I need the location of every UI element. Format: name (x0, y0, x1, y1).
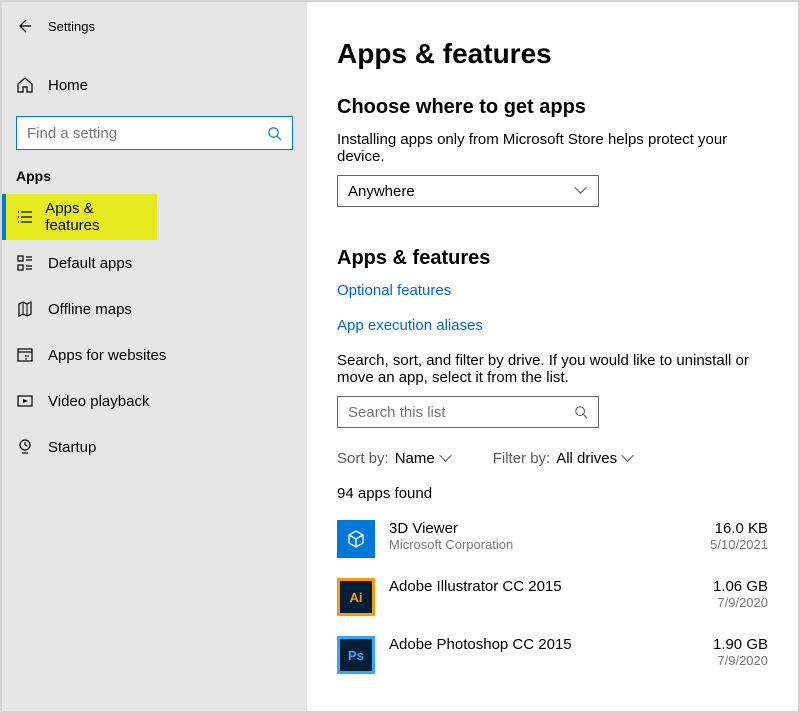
app-icon-3dviewer (337, 520, 375, 558)
filter-label: Filter by: (493, 450, 551, 467)
sidebar-item-label: Startup (48, 439, 96, 456)
sidebar: Settings Home Apps Apps & features (2, 2, 307, 711)
app-name: Adobe Illustrator CC 2015 (389, 578, 713, 595)
offline-maps-icon (16, 300, 48, 318)
home-icon (16, 76, 48, 94)
app-name: 3D Viewer (389, 520, 710, 537)
search-icon (574, 405, 588, 419)
app-date: 7/9/2020 (713, 653, 768, 668)
sidebar-item-startup[interactable]: Startup (2, 424, 307, 470)
sort-value: Name (395, 450, 435, 467)
back-button[interactable] (16, 18, 48, 34)
app-name: Adobe Photoshop CC 2015 (389, 636, 713, 653)
sidebar-item-apps-websites[interactable]: Apps for websites (2, 332, 307, 378)
app-date: 7/9/2020 (713, 595, 768, 610)
apps-websites-icon (16, 346, 48, 364)
chevron-down-icon (576, 185, 588, 197)
app-size: 1.90 GB (713, 636, 768, 653)
sidebar-item-label: Apps for websites (48, 347, 166, 364)
app-row[interactable]: Ai Adobe Illustrator CC 2015 1.06 GB 7/9… (337, 578, 768, 616)
app-list-search[interactable] (337, 396, 599, 428)
sidebar-item-label: Apps & features (45, 200, 143, 234)
sidebar-item-offline-maps[interactable]: Offline maps (2, 286, 307, 332)
help-text: Search, sort, and filter by drive. If yo… (337, 352, 768, 386)
sidebar-item-video-playback[interactable]: Video playback (2, 378, 307, 424)
chevron-down-icon (441, 453, 453, 465)
choose-heading: Choose where to get apps (337, 96, 768, 119)
back-arrow-icon (16, 18, 32, 34)
optional-features-link[interactable]: Optional features (337, 282, 768, 299)
sidebar-item-label: Default apps (48, 255, 132, 272)
app-execution-aliases-link[interactable]: App execution aliases (337, 317, 768, 334)
sidebar-section-label: Apps (2, 150, 307, 194)
app-icon-photoshop: Ps (337, 636, 375, 674)
filter-by-control[interactable]: Filter by: All drives (493, 450, 635, 467)
home-label: Home (48, 77, 88, 94)
sidebar-item-home[interactable]: Home (2, 68, 307, 102)
main-content: Apps & features Choose where to get apps… (307, 2, 798, 711)
sort-label: Sort by: (337, 450, 389, 467)
choose-text: Installing apps only from Microsoft Stor… (337, 131, 768, 165)
video-playback-icon (16, 392, 48, 410)
window-title: Settings (48, 19, 95, 34)
sidebar-search[interactable] (16, 116, 293, 150)
app-row[interactable]: 3D Viewer Microsoft Corporation 16.0 KB … (337, 520, 768, 558)
page-title: Apps & features (337, 38, 768, 70)
sidebar-item-default-apps[interactable]: Default apps (2, 240, 307, 286)
chevron-down-icon (623, 453, 635, 465)
sidebar-search-input[interactable] (27, 125, 267, 142)
app-publisher: Microsoft Corporation (389, 537, 710, 552)
filter-value: All drives (556, 450, 617, 467)
app-size: 1.06 GB (713, 578, 768, 595)
app-source-dropdown[interactable]: Anywhere (337, 175, 599, 207)
sort-by-control[interactable]: Sort by: Name (337, 450, 453, 467)
startup-icon (16, 438, 48, 456)
sidebar-item-label: Offline maps (48, 301, 132, 318)
app-size: 16.0 KB (710, 520, 768, 537)
app-list-search-input[interactable] (348, 404, 574, 421)
app-count: 94 apps found (337, 485, 768, 502)
app-date: 5/10/2021 (710, 537, 768, 552)
sidebar-item-apps-features[interactable]: Apps & features (2, 194, 157, 240)
default-apps-icon (16, 254, 48, 272)
app-icon-illustrator: Ai (337, 578, 375, 616)
dropdown-value: Anywhere (348, 183, 415, 200)
sidebar-item-label: Video playback (48, 393, 149, 410)
app-row[interactable]: Ps Adobe Photoshop CC 2015 1.90 GB 7/9/2… (337, 636, 768, 674)
search-icon (267, 126, 282, 141)
list-heading: Apps & features (337, 247, 768, 270)
apps-features-icon (16, 208, 45, 226)
